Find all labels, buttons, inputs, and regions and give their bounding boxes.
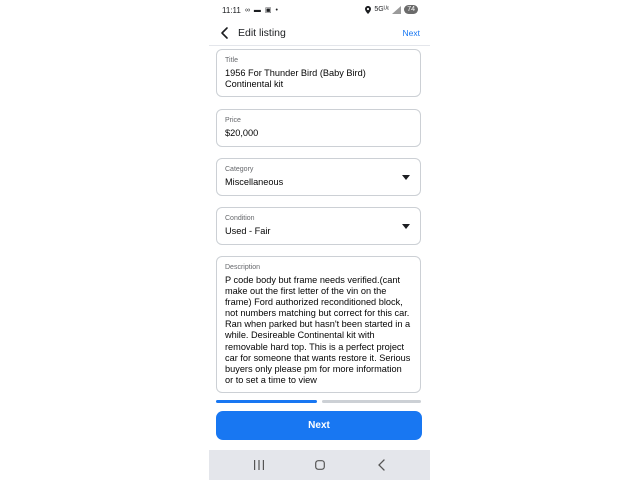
- home-icon[interactable]: [315, 460, 325, 470]
- system-nav-bar: [209, 450, 430, 480]
- status-time: 11:11: [222, 6, 241, 15]
- status-bar: 11:11 ∞ ▬ ▣ • 5Gᵁᶜ 74: [209, 0, 430, 22]
- status-right: 5Gᵁᶜ 74: [365, 5, 418, 14]
- title-input[interactable]: 1956 For Thunder Bird (Baby Bird) Contin…: [225, 68, 412, 90]
- condition-label: Condition: [225, 215, 255, 222]
- signal-icon: [392, 5, 402, 14]
- title-field[interactable]: Title 1956 For Thunder Bird (Baby Bird) …: [216, 49, 421, 97]
- location-icon: [365, 5, 372, 14]
- price-input[interactable]: $20,000: [225, 128, 412, 139]
- condition-value: Used - Fair: [225, 226, 271, 236]
- chevron-down-icon: [402, 224, 410, 229]
- price-label: Price: [225, 117, 241, 124]
- phone-screen: 11:11 ∞ ▬ ▣ • 5Gᵁᶜ 74 Edit listing Next …: [209, 0, 430, 480]
- category-select[interactable]: Category Miscellaneous: [216, 158, 421, 196]
- page-title: Edit listing: [238, 27, 286, 39]
- progress-step-inactive: [322, 400, 421, 403]
- title-label: Title: [225, 57, 238, 64]
- status-left-icons: ∞ ▬ ▣ •: [245, 7, 279, 14]
- header-divider: [209, 45, 430, 46]
- header: Edit listing Next: [209, 22, 430, 46]
- network-label: 5Gᵁᶜ: [374, 6, 390, 13]
- condition-select[interactable]: Condition Used - Fair: [216, 207, 421, 245]
- header-next-link[interactable]: Next: [403, 28, 420, 38]
- back-icon[interactable]: [377, 459, 387, 471]
- next-button[interactable]: Next: [216, 411, 422, 440]
- category-value: Miscellaneous: [225, 177, 284, 187]
- description-textarea[interactable]: P code body but frame needs verified.(ca…: [225, 275, 412, 386]
- description-label: Description: [225, 264, 261, 271]
- step-progress: [216, 400, 421, 403]
- category-label: Category: [225, 166, 254, 173]
- progress-step-active: [216, 400, 317, 403]
- description-field[interactable]: Description P code body but frame needs …: [216, 256, 421, 393]
- price-field[interactable]: Price $20,000: [216, 109, 421, 147]
- back-arrow-icon[interactable]: [218, 26, 232, 40]
- battery-indicator: 74: [404, 5, 418, 14]
- recents-icon[interactable]: [253, 460, 265, 470]
- chevron-down-icon: [402, 175, 410, 180]
